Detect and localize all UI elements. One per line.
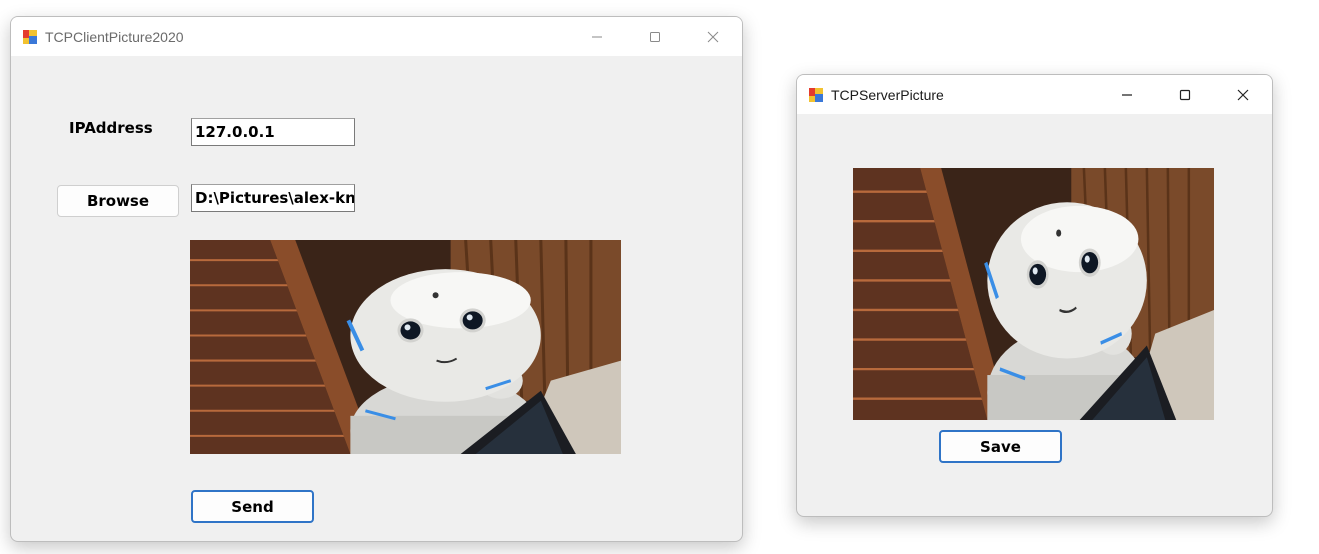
save-button[interactable]: Save xyxy=(939,430,1062,463)
app-icon xyxy=(809,87,823,102)
close-button[interactable] xyxy=(1214,75,1272,114)
send-button[interactable]: Send xyxy=(191,490,314,523)
browse-button[interactable]: Browse xyxy=(57,185,179,217)
ip-address-label: IPAddress xyxy=(69,119,153,137)
server-window: TCPServerPicture Save xyxy=(796,74,1273,517)
close-icon xyxy=(707,31,719,42)
minimize-icon xyxy=(1122,93,1132,96)
ip-address-input[interactable]: 127.0.0.1 xyxy=(191,118,355,146)
client-titlebar[interactable]: TCPClientPicture2020 xyxy=(11,17,742,56)
maximize-icon xyxy=(1179,89,1191,100)
maximize-button[interactable] xyxy=(626,17,684,56)
minimize-icon xyxy=(592,36,602,37)
app-icon xyxy=(23,29,37,44)
close-icon xyxy=(1237,89,1249,100)
window-title: TCPServerPicture xyxy=(831,86,944,103)
window-title: TCPClientPicture2020 xyxy=(45,28,184,45)
maximize-icon xyxy=(650,31,660,42)
file-path-input[interactable]: D:\Pictures\alex-kn xyxy=(191,184,355,212)
client-window: TCPClientPicture2020 IPAddress 127.0.0.1… xyxy=(10,16,743,542)
minimize-button[interactable] xyxy=(1098,75,1156,114)
close-button[interactable] xyxy=(684,17,742,56)
minimize-button[interactable] xyxy=(568,17,626,56)
server-titlebar[interactable]: TCPServerPicture xyxy=(797,75,1272,114)
client-picture-box xyxy=(190,240,621,454)
maximize-button[interactable] xyxy=(1156,75,1214,114)
server-picture-box xyxy=(853,168,1214,420)
